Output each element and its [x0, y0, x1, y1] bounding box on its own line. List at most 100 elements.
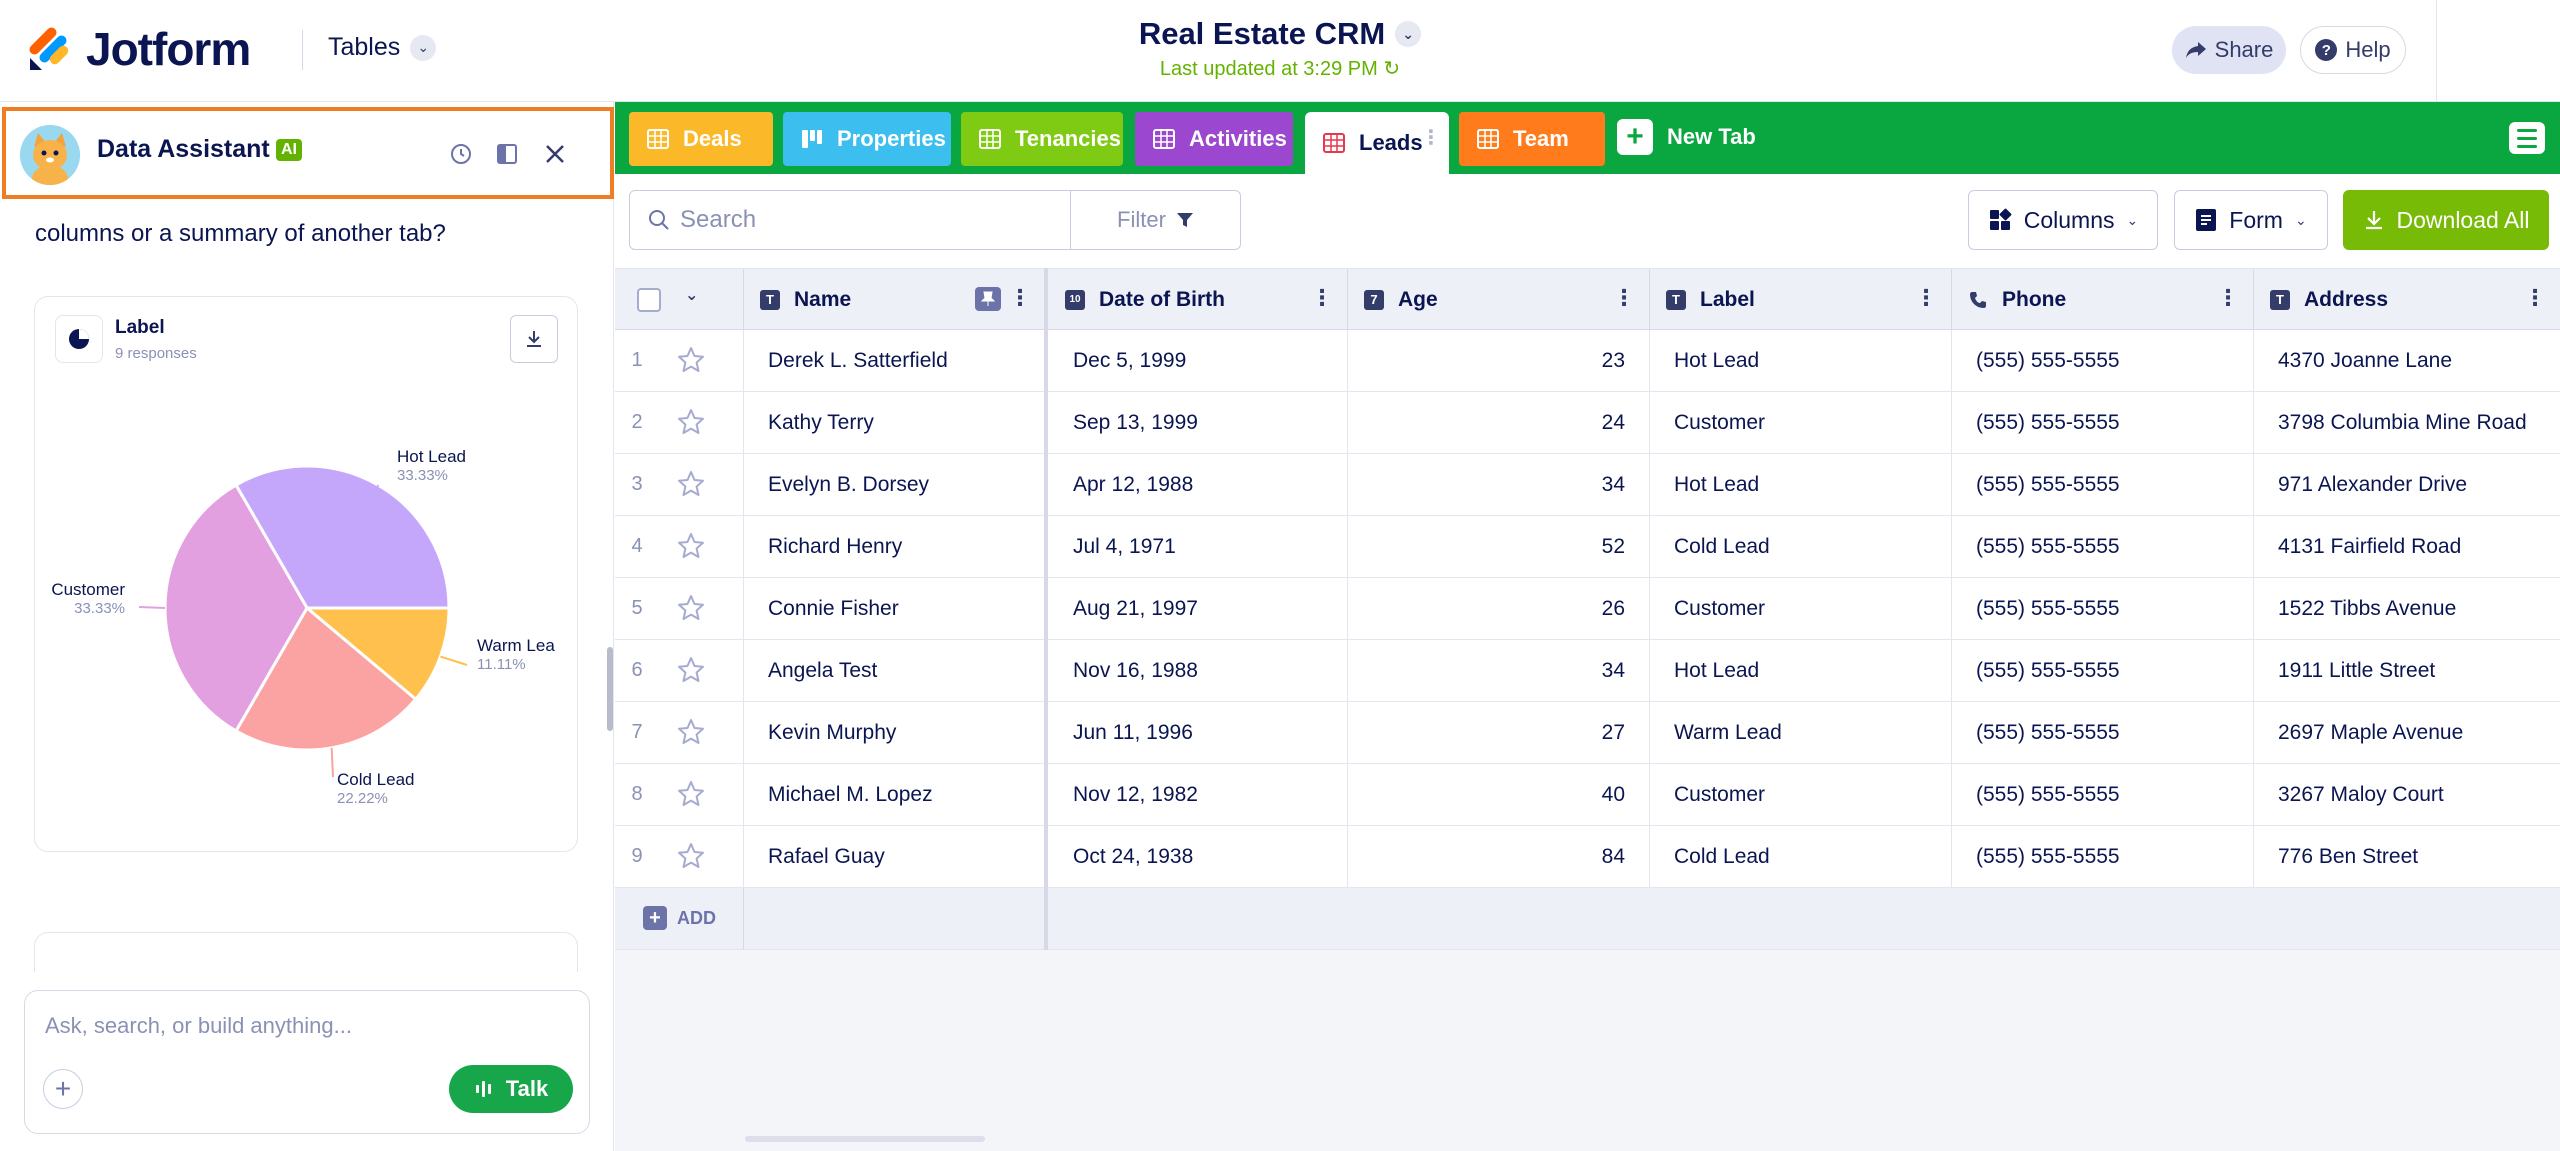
- cell-address[interactable]: 4131 Fairfield Road: [2254, 516, 2560, 577]
- tab-team[interactable]: Team: [1459, 112, 1605, 166]
- new-tab-button[interactable]: + New Tab: [1617, 119, 1756, 155]
- star-icon[interactable]: [677, 408, 705, 436]
- star-icon[interactable]: [677, 780, 705, 808]
- star-icon[interactable]: [677, 594, 705, 622]
- cell-label[interactable]: Cold Lead: [1650, 516, 1952, 577]
- column-header-name[interactable]: T Name ⋮: [744, 269, 1046, 330]
- chevron-down-icon[interactable]: ⌄: [685, 285, 698, 305]
- tab-properties[interactable]: Properties: [783, 112, 951, 166]
- app-title-dropdown[interactable]: Real Estate CRM ⌄: [1139, 16, 1422, 52]
- star-icon[interactable]: [677, 470, 705, 498]
- chart-download-button[interactable]: [510, 315, 558, 363]
- cell-label[interactable]: Customer: [1650, 764, 1952, 825]
- cell-address[interactable]: 4370 Joanne Lane: [2254, 330, 2560, 391]
- scrollbar[interactable]: [607, 647, 613, 731]
- star-icon[interactable]: [677, 346, 705, 374]
- form-button[interactable]: Form ⌄: [2174, 190, 2328, 250]
- cell-date-of-birth[interactable]: Dec 5, 1999: [1049, 330, 1348, 391]
- refresh-icon[interactable]: ↻: [1383, 58, 1400, 80]
- cell-address[interactable]: 2697 Maple Avenue: [2254, 702, 2560, 763]
- column-header-date-of-birth[interactable]: 10 Date of Birth ⋮: [1049, 269, 1348, 330]
- cell-name[interactable]: Michael M. Lopez: [744, 764, 1046, 825]
- cell-date-of-birth[interactable]: Aug 21, 1997: [1049, 578, 1348, 639]
- cell-age[interactable]: 26: [1348, 578, 1650, 639]
- close-icon[interactable]: [540, 139, 570, 169]
- column-menu-icon[interactable]: ⋮: [1915, 287, 1937, 309]
- cell-phone[interactable]: (555) 555-5555: [1952, 640, 2254, 701]
- column-header-label[interactable]: T Label ⋮: [1650, 269, 1952, 330]
- talk-button[interactable]: Talk: [449, 1065, 573, 1113]
- column-menu-icon[interactable]: ⋮: [1009, 287, 1031, 309]
- add-row-button[interactable]: + ADD: [643, 906, 716, 930]
- columns-button[interactable]: Columns ⌄: [1968, 190, 2158, 250]
- column-menu-icon[interactable]: ⋮: [1311, 287, 1333, 309]
- cell-phone[interactable]: (555) 555-5555: [1952, 578, 2254, 639]
- cell-age[interactable]: 34: [1348, 454, 1650, 515]
- cell-date-of-birth[interactable]: Apr 12, 1988: [1049, 454, 1348, 515]
- cell-name[interactable]: Kathy Terry: [744, 392, 1046, 453]
- column-header-phone[interactable]: Phone ⋮: [1952, 269, 2254, 330]
- cell-label[interactable]: Warm Lead: [1650, 702, 1952, 763]
- panel-layout-icon[interactable]: [492, 139, 522, 169]
- jotform-logo[interactable]: Jotform: [28, 22, 251, 76]
- add-attachment-button[interactable]: +: [43, 1069, 83, 1109]
- star-icon[interactable]: [677, 532, 705, 560]
- tab-deals[interactable]: Deals: [629, 112, 773, 166]
- tab-leads[interactable]: Leads ⋮: [1305, 112, 1449, 174]
- cell-age[interactable]: 84: [1348, 826, 1650, 887]
- cell-label[interactable]: Hot Lead: [1650, 640, 1952, 701]
- star-icon[interactable]: [677, 842, 705, 870]
- cell-address[interactable]: 971 Alexander Drive: [2254, 454, 2560, 515]
- cell-age[interactable]: 23: [1348, 330, 1650, 391]
- cell-name[interactable]: Connie Fisher: [744, 578, 1046, 639]
- cell-age[interactable]: 40: [1348, 764, 1650, 825]
- star-icon[interactable]: [677, 718, 705, 746]
- hamburger-menu-icon[interactable]: [2509, 122, 2545, 154]
- cell-date-of-birth[interactable]: Jul 4, 1971: [1049, 516, 1348, 577]
- tab-tenancies[interactable]: Tenancies: [961, 112, 1123, 166]
- cell-label[interactable]: Customer: [1650, 392, 1952, 453]
- cell-name[interactable]: Richard Henry: [744, 516, 1046, 577]
- table-row[interactable]: 1 Derek L. Satterfield Dec 5, 1999 23 Hot Le…: [615, 330, 2560, 392]
- tab-activities[interactable]: Activities: [1135, 112, 1293, 166]
- column-menu-icon[interactable]: ⋮: [2524, 287, 2546, 309]
- table-row[interactable]: 4 Richard Henry Jul 4, 1971 52 Cold Lead (555…: [615, 516, 2560, 578]
- cell-date-of-birth[interactable]: Jun 11, 1996: [1049, 702, 1348, 763]
- cell-phone[interactable]: (555) 555-5555: [1952, 764, 2254, 825]
- cell-date-of-birth[interactable]: Oct 24, 1938: [1049, 826, 1348, 887]
- table-row[interactable]: 9 Rafael Guay Oct 24, 1938 84 Cold Lead (555)…: [615, 826, 2560, 888]
- table-row[interactable]: 7 Kevin Murphy Jun 11, 1996 27 Warm Lead (555…: [615, 702, 2560, 764]
- cell-phone[interactable]: (555) 555-5555: [1952, 454, 2254, 515]
- cell-name[interactable]: Rafael Guay: [744, 826, 1046, 887]
- cell-address[interactable]: 776 Ben Street: [2254, 826, 2560, 887]
- table-row[interactable]: 5 Connie Fisher Aug 21, 1997 26 Customer (555…: [615, 578, 2560, 640]
- cell-date-of-birth[interactable]: Nov 16, 1988: [1049, 640, 1348, 701]
- cell-phone[interactable]: (555) 555-5555: [1952, 826, 2254, 887]
- cell-name[interactable]: Evelyn B. Dorsey: [744, 454, 1046, 515]
- cell-phone[interactable]: (555) 555-5555: [1952, 330, 2254, 391]
- cell-name[interactable]: Derek L. Satterfield: [744, 330, 1046, 391]
- cell-age[interactable]: 24: [1348, 392, 1650, 453]
- chat-input[interactable]: [45, 1009, 565, 1043]
- history-icon[interactable]: [446, 139, 476, 169]
- tables-menu[interactable]: Tables ⌄: [328, 33, 437, 62]
- cell-name[interactable]: Angela Test: [744, 640, 1046, 701]
- cell-name[interactable]: Kevin Murphy: [744, 702, 1046, 763]
- column-menu-icon[interactable]: ⋮: [1613, 287, 1635, 309]
- cell-address[interactable]: 3267 Maloy Court: [2254, 764, 2560, 825]
- cell-label[interactable]: Hot Lead: [1650, 330, 1952, 391]
- column-header-address[interactable]: T Address ⋮: [2254, 269, 2560, 330]
- column-header-age[interactable]: 7 Age ⋮: [1348, 269, 1650, 330]
- cell-age[interactable]: 52: [1348, 516, 1650, 577]
- cell-label[interactable]: Hot Lead: [1650, 454, 1952, 515]
- column-menu-icon[interactable]: ⋮: [2217, 287, 2239, 309]
- cell-label[interactable]: Cold Lead: [1650, 826, 1952, 887]
- cell-phone[interactable]: (555) 555-5555: [1952, 516, 2254, 577]
- table-row[interactable]: 2 Kathy Terry Sep 13, 1999 24 Customer (555) …: [615, 392, 2560, 454]
- cell-phone[interactable]: (555) 555-5555: [1952, 392, 2254, 453]
- cell-age[interactable]: 34: [1348, 640, 1650, 701]
- select-all-checkbox[interactable]: [637, 288, 661, 312]
- share-button[interactable]: Share: [2172, 26, 2286, 74]
- cell-date-of-birth[interactable]: Sep 13, 1999: [1049, 392, 1348, 453]
- cell-date-of-birth[interactable]: Nov 12, 1982: [1049, 764, 1348, 825]
